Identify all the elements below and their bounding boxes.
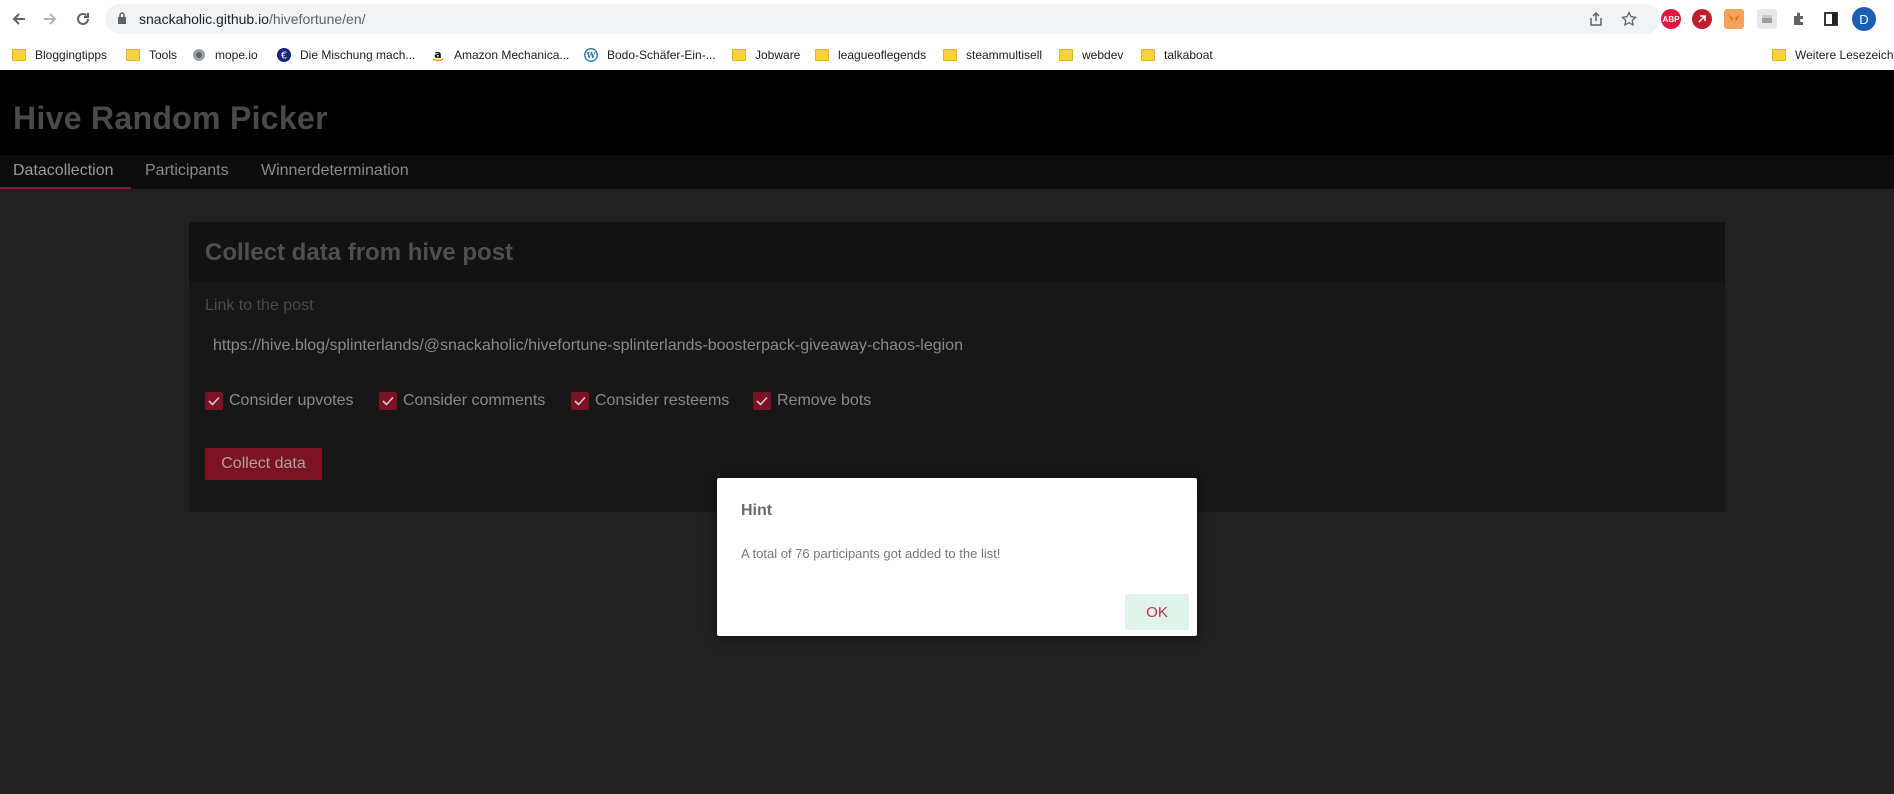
dialog-title: Hint xyxy=(741,502,773,519)
card-title: Collect data from hive post xyxy=(205,239,514,266)
extension-4-icon[interactable] xyxy=(1757,9,1777,29)
svg-text:W: W xyxy=(586,50,597,60)
dialog-message: A total of 76 participants got added to … xyxy=(741,546,1001,561)
tab-datacollection[interactable]: Datacollection xyxy=(0,155,131,189)
bookmark-label: Bloggingtipps xyxy=(35,48,108,62)
bookmark-label: Amazon Mechanica... xyxy=(454,48,570,62)
bookmark-label: Tools xyxy=(149,48,178,62)
bookmark-steammultisell[interactable]: steammultisell xyxy=(943,46,1042,64)
folder-icon xyxy=(815,49,829,61)
checkbox-consider-resteems[interactable]: Consider resteems xyxy=(571,392,729,410)
extensions-puzzle-icon[interactable] xyxy=(1789,9,1809,29)
card-header: Collect data from hive post xyxy=(189,222,1725,282)
adblock-label: ABP xyxy=(1662,14,1680,24)
bookmark-star-icon[interactable] xyxy=(1621,10,1637,32)
adblock-plus-icon[interactable]: ABP xyxy=(1661,9,1681,29)
folder-icon xyxy=(12,49,26,61)
checkmark-icon[interactable] xyxy=(205,392,223,410)
metamask-fox-icon[interactable] xyxy=(1724,9,1744,29)
checkmark-icon[interactable] xyxy=(571,392,589,410)
profile-avatar[interactable]: D xyxy=(1852,7,1876,31)
checkbox-label: Consider upvotes xyxy=(229,392,354,409)
tab-bar: Datacollection Participants Winnerdeterm… xyxy=(0,155,1894,189)
link-label: Link to the post xyxy=(205,297,314,314)
profile-initial: D xyxy=(1859,11,1869,27)
bookmark-label: steammultisell xyxy=(966,48,1043,62)
folder-icon xyxy=(126,49,140,61)
checkbox-label: Consider resteems xyxy=(595,392,730,409)
bookmark-die-mischung[interactable]: € Die Mischung mach... xyxy=(277,46,415,64)
app-title: Hive Random Picker xyxy=(13,100,328,136)
address-bar[interactable]: snackaholic.github.io/hivefortune/en/ xyxy=(105,4,1660,34)
forward-arrow-icon[interactable] xyxy=(39,8,61,30)
checkbox-label: Remove bots xyxy=(777,392,872,409)
browser-toolbar: snackaholic.github.io/hivefortune/en/ AB… xyxy=(0,0,1894,38)
checkbox-consider-comments[interactable]: Consider comments xyxy=(379,392,545,410)
bookmark-leagueoflegends[interactable]: leagueoflegends xyxy=(815,46,926,64)
lock-icon[interactable] xyxy=(117,12,127,30)
collect-data-button[interactable]: Collect data xyxy=(205,448,322,480)
checkmark-icon[interactable] xyxy=(753,392,771,410)
folder-icon xyxy=(1141,49,1155,61)
bookmark-webdev[interactable]: webdev xyxy=(1059,46,1123,64)
bookmark-label: Die Mischung mach... xyxy=(300,48,416,62)
datacollection-card: Collect data from hive post Link to the … xyxy=(189,222,1725,512)
folder-icon xyxy=(732,49,746,61)
folder-icon xyxy=(1772,49,1786,61)
bookmark-bloggingtipps[interactable]: Bloggingtipps xyxy=(12,46,107,64)
bookmark-talkaboat[interactable]: talkaboat xyxy=(1141,46,1213,64)
svg-text:€: € xyxy=(281,51,287,62)
ok-button[interactable]: OK xyxy=(1125,594,1189,630)
tab-winnerdetermination[interactable]: Winnerdetermination xyxy=(261,155,409,187)
hint-dialog: Hint A total of 76 participants got adde… xyxy=(717,478,1197,636)
svg-text:a: a xyxy=(434,48,441,61)
url-path: /hivefortune/en/ xyxy=(268,11,366,27)
checkmark-icon[interactable] xyxy=(379,392,397,410)
checkbox-remove-bots[interactable]: Remove bots xyxy=(753,392,871,410)
euro-icon: € xyxy=(277,48,291,62)
url-text[interactable]: snackaholic.github.io/hivefortune/en/ xyxy=(139,11,366,27)
bookmark-label: webdev xyxy=(1082,48,1124,62)
reload-icon[interactable] xyxy=(72,8,94,30)
bookmark-other[interactable]: Weitere Lesezeichen xyxy=(1772,46,1894,64)
bookmark-mope[interactable]: mope.io xyxy=(192,46,258,64)
wordpress-icon: W xyxy=(584,48,598,62)
bookmark-label: talkaboat xyxy=(1164,48,1213,62)
bookmark-amazon-mechanical[interactable]: a Amazon Mechanica... xyxy=(431,46,569,64)
back-arrow-icon[interactable] xyxy=(8,8,30,30)
checkbox-label: Consider comments xyxy=(403,392,546,409)
side-panel-icon[interactable] xyxy=(1821,9,1841,29)
url-host: snackaholic.github.io xyxy=(139,11,269,27)
bookmark-bodo-schaefer[interactable]: W Bodo-Schäfer-Ein-... xyxy=(584,46,716,64)
bookmark-label: Weitere Lesezeichen xyxy=(1795,48,1894,62)
amazon-icon: a xyxy=(432,48,444,62)
checkbox-consider-upvotes[interactable]: Consider upvotes xyxy=(205,392,354,410)
tab-participants[interactable]: Participants xyxy=(145,155,229,187)
post-link-input[interactable] xyxy=(205,329,1137,363)
folder-icon xyxy=(943,49,957,61)
bookmark-label: leagueoflegends xyxy=(838,48,927,62)
mope-icon xyxy=(193,49,205,61)
share-icon[interactable] xyxy=(1588,11,1604,32)
bookmark-label: Jobware xyxy=(755,48,801,62)
folder-icon xyxy=(1059,49,1073,61)
extension-2-icon[interactable] xyxy=(1692,9,1712,29)
bookmark-label: mope.io xyxy=(215,48,258,62)
bookmark-tools[interactable]: Tools xyxy=(126,46,177,64)
bookmark-label: Bodo-Schäfer-Ein-... xyxy=(607,48,716,62)
bookmark-jobware[interactable]: Jobware xyxy=(732,46,800,64)
bookmarks-bar: Bloggingtipps Tools mope.io € Die Mischu… xyxy=(0,38,1894,71)
